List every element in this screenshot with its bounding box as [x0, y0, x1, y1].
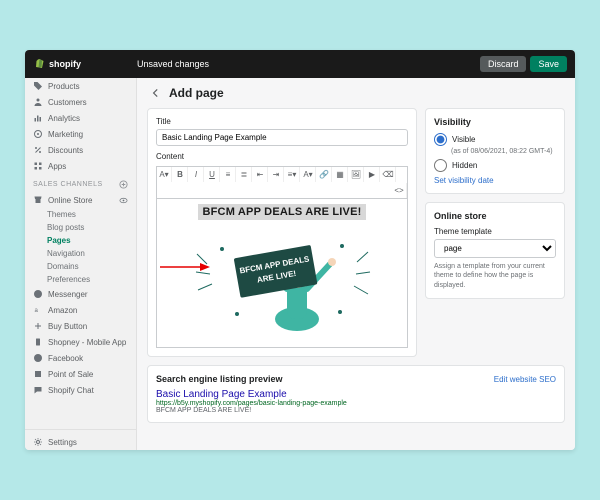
plus-icon — [33, 321, 43, 331]
underline-button[interactable]: U — [205, 167, 220, 182]
content-illustration: BFCM APP DEALS ARE LIVE! — [192, 224, 372, 339]
italic-button[interactable]: I — [189, 167, 204, 182]
seo-preview-title: Basic Landing Page Example — [156, 389, 556, 400]
sidebar-item-pos[interactable]: Point of Sale — [25, 366, 136, 382]
amazon-icon: a — [33, 305, 43, 315]
sidebar-item-online-store[interactable]: Online Store — [25, 192, 136, 208]
link-button[interactable]: 🔗 — [317, 167, 332, 182]
store-icon — [33, 195, 43, 205]
sidebar-item-shopney[interactable]: Shopney - Mobile App — [25, 334, 136, 350]
unsaved-changes-label: Unsaved changes — [137, 59, 209, 69]
theme-help-text: Assign a template from your current them… — [434, 262, 556, 290]
sidebar-item-buy-button[interactable]: Buy Button — [25, 318, 136, 334]
shopify-icon — [33, 58, 45, 70]
sidebar-item-products[interactable]: Products — [25, 78, 136, 94]
save-button[interactable]: Save — [530, 56, 567, 72]
visibility-hidden-option[interactable]: Hidden — [434, 159, 556, 172]
visibility-heading: Visibility — [434, 117, 556, 127]
indent-button[interactable]: ⇥ — [269, 167, 284, 182]
main-content: Add page Title Content A▾ B I U ≡ ≣ ⇤ — [137, 78, 575, 450]
page-title: Add page — [169, 86, 224, 100]
pos-icon — [33, 369, 43, 379]
sidebar-sub-themes[interactable]: Themes — [25, 208, 136, 221]
sidebar-item-discounts[interactable]: Discounts — [25, 142, 136, 158]
content-editor[interactable]: BFCM APP DEALS ARE LIVE! — [156, 198, 408, 348]
sidebar-item-amazon[interactable]: aAmazon — [25, 302, 136, 318]
person-icon — [33, 97, 43, 107]
hidden-radio[interactable] — [434, 159, 447, 172]
title-input[interactable] — [156, 129, 408, 146]
table-button[interactable]: ▦ — [333, 167, 348, 182]
gear-icon — [33, 437, 43, 447]
back-arrow-icon[interactable] — [149, 86, 163, 100]
tag-icon — [33, 81, 43, 91]
sidebar-item-marketing[interactable]: Marketing — [25, 126, 136, 142]
chart-icon — [33, 113, 43, 123]
sidebar-sub-navigation[interactable]: Navigation — [25, 247, 136, 260]
app-window: shopify Unsaved changes Discard Save Pro… — [25, 50, 575, 450]
eye-icon[interactable] — [118, 195, 128, 205]
seo-preview-url: https://b5y.myshopify.com/pages/basic-la… — [156, 400, 556, 407]
theme-template-label: Theme template — [434, 227, 556, 236]
chat-icon — [33, 385, 43, 395]
visibility-note: (as of 08/06/2021, 08:22 GMT-4) — [451, 148, 556, 155]
sidebar: Products Customers Analytics Marketing D… — [25, 78, 137, 450]
format-select[interactable]: A▾ — [157, 167, 172, 182]
svg-text:a: a — [35, 308, 39, 314]
align-button[interactable]: ≡▾ — [285, 167, 300, 182]
clear-format-button[interactable]: ⌫ — [381, 167, 396, 182]
sidebar-item-apps[interactable]: Apps — [25, 158, 136, 174]
sidebar-item-customers[interactable]: Customers — [25, 94, 136, 110]
sidebar-item-shopify-chat[interactable]: Shopify Chat — [25, 382, 136, 398]
seo-card: Search engine listing preview Edit websi… — [147, 365, 565, 423]
bold-button[interactable]: B — [173, 167, 188, 182]
topbar: shopify Unsaved changes Discard Save — [25, 50, 575, 78]
sidebar-item-settings[interactable]: Settings — [25, 434, 136, 450]
mobile-icon — [33, 337, 43, 347]
sidebar-item-analytics[interactable]: Analytics — [25, 110, 136, 126]
messenger-icon — [33, 289, 43, 299]
plus-circle-icon[interactable] — [119, 180, 128, 189]
target-icon — [33, 129, 43, 139]
online-store-heading: Online store — [434, 211, 556, 221]
sidebar-sub-blog-posts[interactable]: Blog posts — [25, 221, 136, 234]
rte-toolbar: A▾ B I U ≡ ≣ ⇤ ⇥ ≡▾ A▾ 🔗 ▦ 🖼 ▶ — [156, 166, 408, 198]
grid-icon — [33, 161, 43, 171]
theme-template-select[interactable]: page — [434, 239, 556, 258]
edit-seo-link[interactable]: Edit website SEO — [494, 375, 556, 384]
sidebar-item-messenger[interactable]: Messenger — [25, 286, 136, 302]
facebook-icon — [33, 353, 43, 363]
number-list-button[interactable]: ≣ — [237, 167, 252, 182]
content-headline: BFCM APP DEALS ARE LIVE! — [198, 204, 365, 220]
image-button[interactable]: 🖼 — [349, 167, 364, 182]
title-label: Title — [156, 117, 408, 126]
html-button[interactable]: <> — [392, 183, 407, 198]
sidebar-item-facebook[interactable]: Facebook — [25, 350, 136, 366]
content-card: Title Content A▾ B I U ≡ ≣ ⇤ ⇥ ≡▾ A▾ — [147, 108, 417, 357]
online-store-card: Online store Theme template page Assign … — [425, 202, 565, 299]
seo-heading: Search engine listing preview — [156, 374, 283, 384]
sidebar-sub-domains[interactable]: Domains — [25, 260, 136, 273]
visible-radio[interactable] — [434, 133, 447, 146]
sales-channels-header: SALES CHANNELS — [25, 174, 136, 192]
visibility-visible-option[interactable]: Visible — [434, 133, 556, 146]
color-button[interactable]: A▾ — [301, 167, 316, 182]
seo-preview-desc: BFCM APP DEALS ARE LIVE! — [156, 407, 556, 414]
sidebar-sub-pages[interactable]: Pages — [25, 234, 136, 247]
sidebar-sub-preferences[interactable]: Preferences — [25, 273, 136, 286]
content-label: Content — [156, 152, 408, 161]
video-button[interactable]: ▶ — [365, 167, 380, 182]
brand-logo: shopify — [25, 58, 137, 70]
bullet-list-button[interactable]: ≡ — [221, 167, 236, 182]
visibility-card: Visibility Visible (as of 08/06/2021, 08… — [425, 108, 565, 194]
percent-icon — [33, 145, 43, 155]
discard-button[interactable]: Discard — [480, 56, 527, 72]
set-visibility-date-link[interactable]: Set visibility date — [434, 176, 556, 185]
outdent-button[interactable]: ⇤ — [253, 167, 268, 182]
